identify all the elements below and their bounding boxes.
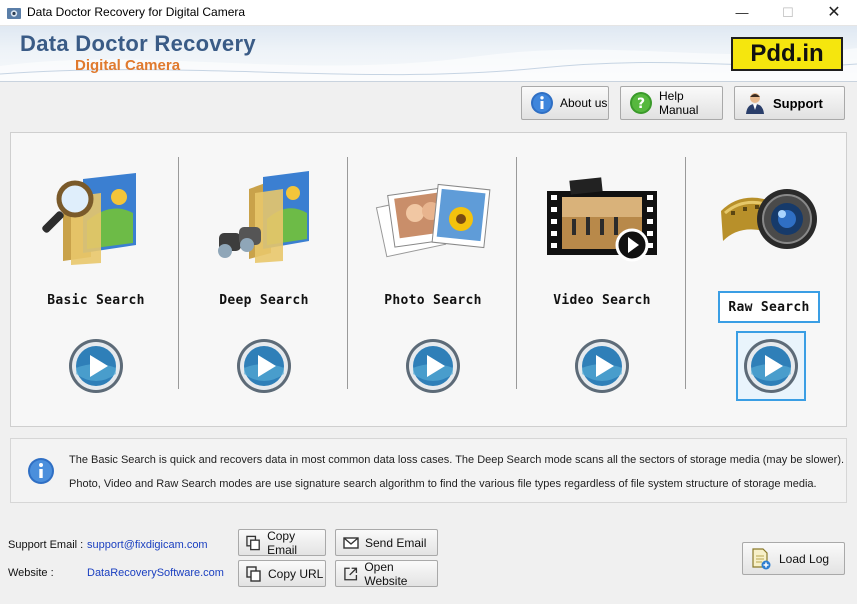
app-subtitle: Digital Camera [75, 57, 181, 74]
load-log-icon [752, 547, 771, 569]
support-button[interactable]: Support [734, 86, 845, 120]
play-button-icon[interactable] [68, 338, 124, 394]
help-icon: ? [630, 92, 652, 114]
mode-label: Deep Search [219, 293, 309, 308]
brand-logo[interactable]: Pdd.in [731, 37, 843, 71]
folder-binoculars-icon [218, 171, 309, 263]
mode-deep-search[interactable]: Deep Search [179, 133, 349, 426]
camera-lens-film-icon [721, 189, 817, 249]
support-person-icon [746, 93, 764, 114]
about-us-label: About us [560, 96, 608, 110]
title-bar: Data Doctor Recovery for Digital Camera … [0, 0, 857, 26]
website-label: Website : [8, 567, 54, 579]
minimize-button[interactable]: — [719, 0, 765, 26]
copy-email-button[interactable]: Copy Email [238, 528, 326, 557]
mode-photo-search[interactable]: Photo Search [348, 133, 518, 426]
folder-magnifier-icon [42, 173, 136, 265]
app-title: Data Doctor Recovery [20, 31, 256, 56]
play-button-icon [744, 339, 798, 393]
open-website-button[interactable]: Open Website [335, 559, 438, 588]
close-button[interactable]: ✕ [811, 0, 857, 26]
play-button-icon[interactable] [574, 338, 630, 394]
film-strip-icon [547, 177, 657, 262]
app-icon [7, 8, 21, 19]
help-manual-button[interactable]: ? Help Manual [620, 86, 723, 120]
mode-label: Video Search [553, 293, 651, 308]
copy-url-label: Copy URL [268, 566, 324, 581]
about-us-button[interactable]: About us [521, 86, 609, 120]
header-banner: Data Doctor Recovery Digital Camera [0, 26, 857, 82]
load-log-button[interactable]: Load Log [742, 542, 845, 575]
play-button-icon[interactable] [236, 338, 292, 394]
play-button-icon[interactable] [405, 338, 461, 394]
search-modes-panel: Basic Search Deep Search Photo Search Vi… [10, 132, 847, 427]
mode-label-selected: Raw Search [718, 291, 820, 323]
window-title: Data Doctor Recovery for Digital Camera [27, 5, 246, 19]
copy-url-button[interactable]: Copy URL [238, 560, 326, 587]
info-text-line-2: Photo, Video and Raw Search modes are us… [69, 478, 817, 490]
mode-label: Photo Search [384, 293, 482, 308]
mode-raw-search[interactable]: Raw Search [686, 133, 856, 426]
info-panel: The Basic Search is quick and recovers d… [10, 438, 847, 503]
support-email-label: Support Email : [8, 539, 84, 551]
help-manual-label: Help Manual [659, 89, 699, 117]
photos-icon [375, 183, 491, 258]
info-icon [531, 92, 553, 114]
send-email-button[interactable]: Send Email [335, 529, 438, 556]
send-email-label: Send Email [365, 535, 427, 550]
info-text-line-1: The Basic Search is quick and recovers d… [69, 454, 845, 466]
load-log-label: Load Log [779, 551, 830, 566]
mode-label: Basic Search [47, 293, 145, 308]
copy-icon [246, 565, 261, 582]
svg-text:?: ? [637, 96, 645, 112]
mode-video-search[interactable]: Video Search [517, 133, 687, 426]
open-website-label: Open Website [364, 559, 408, 588]
play-button-selected[interactable] [736, 331, 806, 401]
copy-icon [246, 535, 260, 550]
maximize-button[interactable]: ☐ [765, 0, 811, 26]
support-label: Support [773, 95, 823, 111]
website-link[interactable]: DataRecoverySoftware.com [87, 567, 224, 579]
envelope-icon [343, 536, 359, 549]
copy-email-label: Copy Email [267, 528, 298, 557]
support-email-link[interactable]: support@fixdigicam.com [87, 539, 208, 551]
info-icon [28, 458, 54, 484]
mode-basic-search[interactable]: Basic Search [11, 133, 181, 426]
external-link-icon [344, 567, 358, 580]
